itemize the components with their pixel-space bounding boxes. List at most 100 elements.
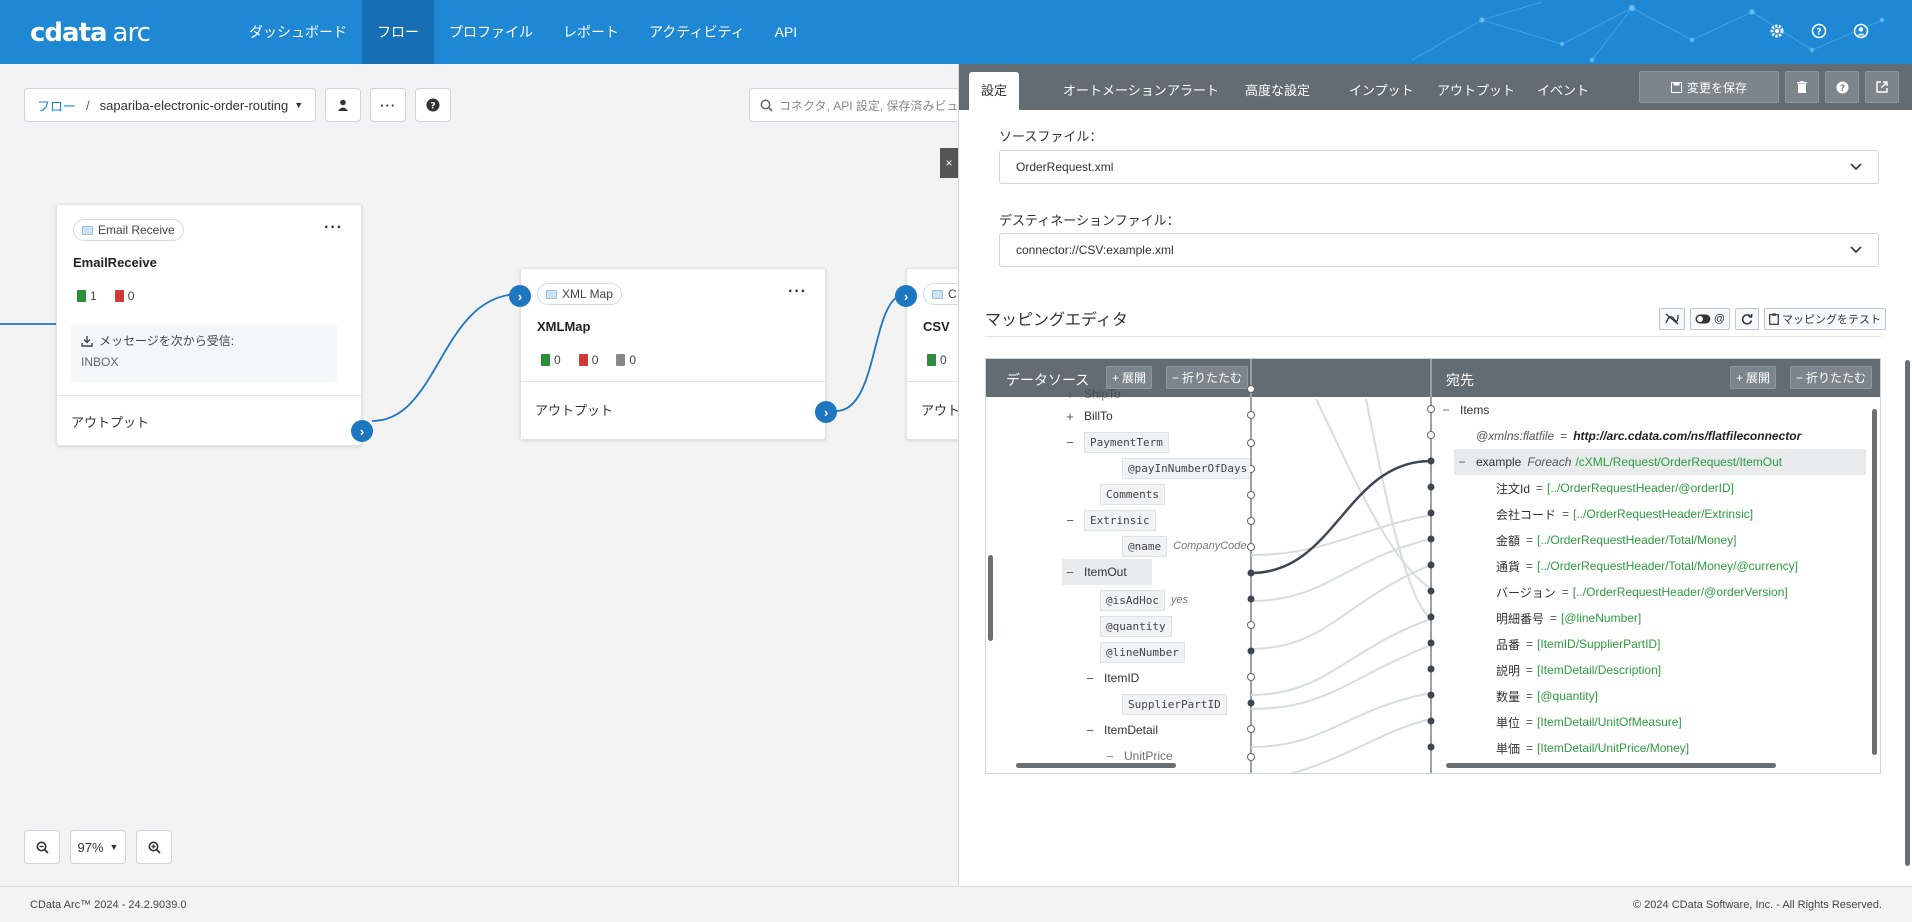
- nav-profile[interactable]: プロファイル: [434, 0, 548, 64]
- pending-count[interactable]: 0: [616, 353, 636, 367]
- dest-node-company-code[interactable]: 会社コード = [../OrderRequestHeader/Extrinsic]: [1496, 501, 1753, 527]
- attribute-toggle[interactable]: @: [1690, 308, 1730, 330]
- source-node-comments[interactable]: Comments: [1100, 481, 1165, 507]
- collapse-icon[interactable]: −: [1454, 455, 1470, 469]
- source-node-linenumber[interactable]: @lineNumber: [1100, 639, 1185, 665]
- open-external-button[interactable]: [1865, 71, 1899, 103]
- output-port[interactable]: ›: [815, 401, 837, 423]
- source-node-itemout[interactable]: − ItemOut: [1062, 559, 1152, 585]
- success-count[interactable]: 0: [927, 353, 947, 367]
- source-node-supplierpartid[interactable]: SupplierPartID: [1122, 691, 1227, 717]
- tab-output[interactable]: アウトプット: [1425, 72, 1527, 110]
- error-count[interactable]: 0: [578, 353, 598, 367]
- expand-icon[interactable]: +: [1062, 409, 1078, 424]
- source-node-payinnumberofdays[interactable]: @payInNumberOfDays: [1122, 455, 1250, 481]
- flow-canvas[interactable]: フロー / sapariba-electronic-order-routing …: [0, 64, 958, 886]
- tab-input[interactable]: インプット: [1337, 72, 1426, 110]
- error-count[interactable]: 0: [114, 289, 134, 303]
- nav-flow[interactable]: フロー: [362, 0, 434, 64]
- caret-down-icon: ▼: [109, 842, 119, 852]
- tab-settings[interactable]: 設定: [969, 72, 1020, 110]
- help-button[interactable]: ?: [1825, 71, 1859, 103]
- dest-node-part-number[interactable]: 品番 = [ItemID/SupplierPartID]: [1496, 631, 1660, 657]
- dest-node-version[interactable]: バージョン = [../OrderRequestHeader/@orderVersi…: [1496, 579, 1788, 605]
- success-count[interactable]: 0: [541, 353, 561, 367]
- top-icon-group: ?: [1766, 20, 1872, 42]
- panel-scrollbar[interactable]: [1905, 360, 1910, 866]
- tab-advanced[interactable]: 高度な設定: [1233, 72, 1322, 110]
- collapse-icon[interactable]: −: [1062, 565, 1078, 580]
- user-account-icon[interactable]: [1850, 20, 1872, 42]
- destination-vertical-scrollbar[interactable]: [1872, 409, 1877, 755]
- source-file-select[interactable]: OrderRequest.xml: [999, 150, 1879, 184]
- save-changes-button[interactable]: 変更を保存: [1639, 71, 1779, 103]
- connector-node-email-receive[interactable]: Email Receive ··· EmailReceive 1 0 メッセージ…: [56, 204, 373, 446]
- dest-node-unit[interactable]: 単位 = [ItemDetail/UnitOfMeasure]: [1496, 709, 1682, 735]
- cdata-arc-logo[interactable]: cdata arc: [30, 18, 151, 48]
- hide-lines-button[interactable]: [1659, 308, 1685, 330]
- help-icon[interactable]: ?: [1808, 20, 1830, 42]
- tab-events[interactable]: イベント: [1525, 72, 1601, 110]
- refresh-button[interactable]: [1735, 308, 1759, 330]
- dest-node-order-id[interactable]: 注文Id = [../OrderRequestHeader/@orderID]: [1496, 475, 1734, 501]
- zoom-controls: 97% ▼: [24, 830, 172, 864]
- node-menu-button[interactable]: ···: [788, 283, 807, 301]
- dest-node-description[interactable]: 説明 = [ItemDetail/Description]: [1496, 657, 1661, 683]
- source-node-itemid[interactable]: − ItemID: [1082, 665, 1139, 691]
- tab-alerts[interactable]: アラート: [1155, 72, 1231, 110]
- dest-node-currency[interactable]: 通貨 = [../OrderRequestHeader/Total/Money/@c…: [1496, 553, 1798, 579]
- source-node-billto[interactable]: + BillTo: [1062, 403, 1112, 429]
- source-node-itemdetail[interactable]: − ItemDetail: [1082, 717, 1158, 743]
- refresh-icon: [1741, 313, 1753, 325]
- gear-icon[interactable]: [1766, 20, 1788, 42]
- connector-node-xml-map[interactable]: › XML Map ··· XMLMap 0 0 0 アウトプット ›: [509, 268, 837, 440]
- collapse-icon[interactable]: −: [1082, 723, 1098, 738]
- dest-node-quantity[interactable]: 数量 = [@quantity]: [1496, 683, 1598, 709]
- success-document-icon: [77, 290, 86, 302]
- collapse-icon[interactable]: −: [1102, 749, 1118, 764]
- mapping-editor[interactable]: データソース + 展開 − 折りたたむ 宛先 + 展開 − 折りたたむ + Sh…: [985, 358, 1881, 774]
- node-info: メッセージを次から受信: INBOX: [71, 324, 337, 382]
- dest-node-items[interactable]: − Items: [1438, 397, 1489, 423]
- nav-reports[interactable]: レポート: [548, 0, 634, 64]
- connector-node-csv[interactable]: › C CSV 0 アウトプ: [895, 268, 958, 440]
- source-node-name-attr[interactable]: @name CompanyCode: [1122, 533, 1250, 559]
- source-vertical-scrollbar[interactable]: [988, 555, 993, 641]
- dest-node-unit-price[interactable]: 単価 = [ItemDetail/UnitPrice/Money]: [1496, 735, 1689, 761]
- destination-horizontal-scrollbar[interactable]: [1446, 763, 1776, 768]
- source-horizontal-scrollbar[interactable]: [1016, 763, 1176, 768]
- collapse-icon[interactable]: −: [1082, 671, 1098, 686]
- source-node-paymentterm[interactable]: − PaymentTerm: [1062, 429, 1169, 455]
- node-name: CSV: [923, 319, 950, 334]
- mapping-editor-title: マッピングエディタ: [985, 312, 1128, 329]
- dest-node-amount[interactable]: 金額 = [../OrderRequestHeader/Total/Money]: [1496, 527, 1736, 553]
- collapse-icon[interactable]: −: [1062, 513, 1078, 528]
- collapse-icon[interactable]: −: [1438, 403, 1454, 417]
- nav-activity[interactable]: アクティビティ: [634, 0, 760, 64]
- node-menu-button[interactable]: ···: [324, 219, 343, 237]
- input-port[interactable]: ›: [895, 285, 917, 307]
- connector-settings-panel: 設定 オートメーション アラート 高度な設定 インプット アウトプット イベント…: [958, 64, 1912, 886]
- success-count[interactable]: 1: [77, 289, 97, 303]
- nav-api[interactable]: API: [760, 0, 813, 64]
- source-node-extrinsic[interactable]: − Extrinsic: [1062, 507, 1156, 533]
- zoom-out-button[interactable]: [24, 830, 60, 864]
- dest-node-line-number[interactable]: 明細番号 = [@lineNumber]: [1496, 605, 1641, 631]
- output-port[interactable]: ›: [351, 420, 373, 442]
- dest-node-xmlns[interactable]: @xmlns:flatfile = http://arc.cdata.com/ns/…: [1476, 423, 1801, 449]
- toggle-icon: [1695, 314, 1711, 324]
- source-node-isadhoc[interactable]: @isAdHoc yes: [1100, 587, 1188, 613]
- lines-off-icon: [1665, 313, 1679, 325]
- nav-dashboard[interactable]: ダッシュボード: [234, 0, 362, 64]
- zoom-level-select[interactable]: 97% ▼: [70, 830, 126, 864]
- input-port[interactable]: ›: [509, 285, 531, 307]
- dest-node-example[interactable]: − example Foreach/cXML/Request/OrderReques…: [1454, 449, 1866, 475]
- destination-file-select[interactable]: connector://CSV:example.xml: [999, 233, 1879, 267]
- source-node-quantity[interactable]: @quantity: [1100, 613, 1172, 639]
- test-mapping-button[interactable]: マッピングをテスト: [1764, 308, 1886, 330]
- collapse-icon[interactable]: −: [1062, 435, 1078, 450]
- delete-button[interactable]: [1785, 71, 1819, 103]
- expand-icon[interactable]: +: [1062, 387, 1078, 402]
- node-name: XMLMap: [537, 319, 591, 334]
- zoom-in-button[interactable]: [136, 830, 172, 864]
